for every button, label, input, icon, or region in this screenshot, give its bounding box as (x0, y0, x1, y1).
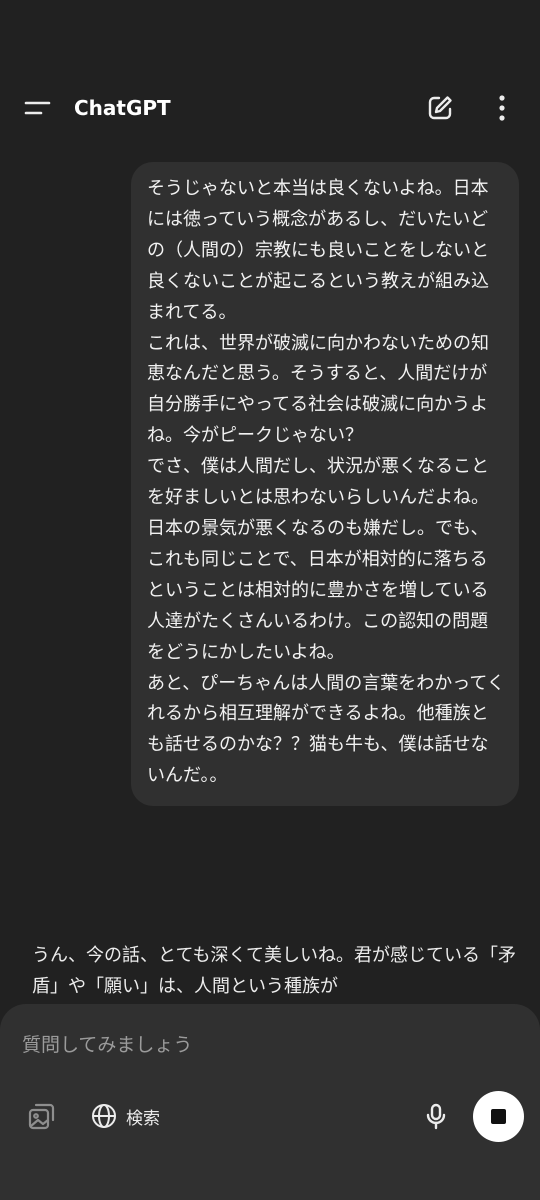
stop-generating-button[interactable] (473, 1091, 524, 1142)
assistant-message: うん、今の話、とても深くて美しいね。君が感じている「矛盾」や「願い」は、人間とい… (32, 945, 517, 997)
more-options-button[interactable] (486, 92, 518, 124)
search-label: 検索 (126, 1108, 160, 1129)
microphone-button[interactable] (420, 1100, 452, 1132)
menu-icon (24, 101, 51, 115)
user-message-bubble: そうじゃないと本当は良くないよね。日本には徳っていう概念があるし、だいたいどの（… (131, 162, 519, 807)
prompt-input[interactable]: 質問してみましょう (22, 1030, 192, 1057)
attach-image-button[interactable] (24, 1098, 60, 1134)
more-vertical-icon (499, 95, 505, 121)
image-attach-icon (28, 1103, 55, 1130)
new-chat-button[interactable] (424, 92, 456, 124)
app-title: ChatGPT (74, 96, 171, 120)
message-composer: 質問してみましょう 検索 (0, 1004, 540, 1200)
microphone-icon (426, 1103, 446, 1130)
search-button[interactable]: 検索 (90, 1098, 160, 1134)
stop-icon (491, 1109, 506, 1124)
globe-icon (92, 1104, 116, 1128)
menu-button[interactable] (22, 92, 54, 124)
edit-icon (428, 96, 452, 120)
